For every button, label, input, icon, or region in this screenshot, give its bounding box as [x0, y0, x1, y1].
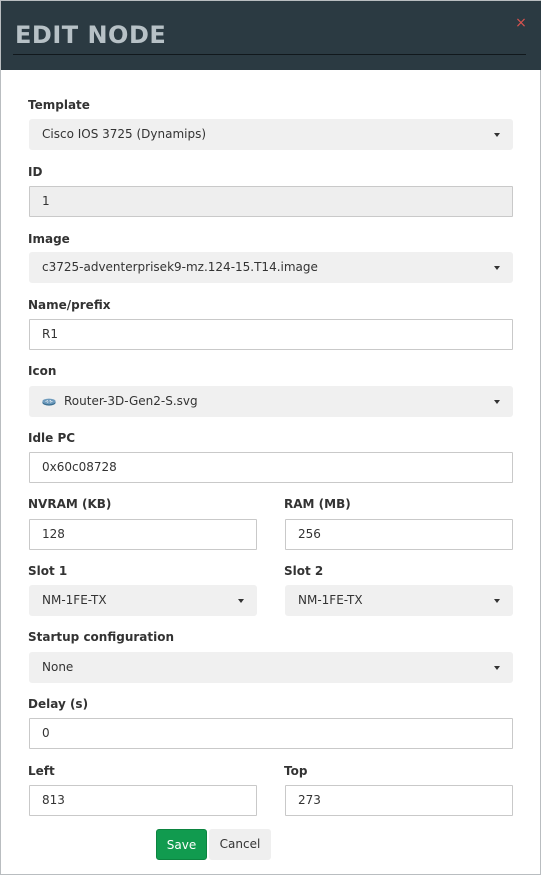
top-value: 273 [298, 793, 321, 807]
icon-value: Router-3D-Gen2-S.svg [64, 394, 198, 408]
chevron-down-icon [494, 266, 500, 270]
id-label: ID [28, 165, 43, 179]
left-label: Left [28, 764, 55, 778]
name-prefix-input[interactable]: R1 [29, 319, 513, 350]
delay-input[interactable]: 0 [29, 718, 513, 749]
nvram-input[interactable]: 128 [29, 519, 257, 550]
slot2-label: Slot 2 [284, 564, 324, 578]
top-label: Top [284, 764, 308, 778]
image-value: c3725-adventerprisek9-mz.124-15.T14.imag… [42, 260, 318, 274]
slot2-value: NM-1FE-TX [298, 593, 363, 607]
slot1-value: NM-1FE-TX [42, 593, 107, 607]
delay-label: Delay (s) [28, 697, 89, 711]
template-select[interactable]: Cisco IOS 3725 (Dynamips) [29, 119, 513, 150]
router-icon [42, 398, 56, 406]
top-input[interactable]: 273 [285, 785, 513, 816]
nvram-label: NVRAM (KB) [28, 497, 112, 511]
left-value: 813 [42, 793, 65, 807]
ram-label: RAM (MB) [284, 497, 351, 511]
left-input[interactable]: 813 [29, 785, 257, 816]
image-select[interactable]: c3725-adventerprisek9-mz.124-15.T14.imag… [29, 252, 513, 283]
startup-config-select[interactable]: None [29, 652, 513, 683]
save-button[interactable]: Save [156, 829, 207, 860]
idle-pc-input[interactable]: 0x60c08728 [29, 452, 513, 483]
template-value: Cisco IOS 3725 (Dynamips) [42, 127, 207, 141]
chevron-down-icon [494, 133, 500, 137]
startup-config-label: Startup configuration [28, 630, 175, 644]
slot2-select[interactable]: NM-1FE-TX [285, 585, 513, 616]
cancel-button[interactable]: Cancel [209, 829, 271, 860]
name-prefix-label: Name/prefix [28, 298, 111, 312]
slot1-select[interactable]: NM-1FE-TX [29, 585, 257, 616]
ram-value: 256 [298, 527, 321, 541]
title-underline [13, 54, 526, 55]
icon-label: Icon [28, 364, 57, 378]
id-value: 1 [42, 194, 50, 208]
chevron-down-icon [494, 400, 500, 404]
image-label: Image [28, 232, 70, 246]
edit-node-dialog: EDIT NODE × Template Cisco IOS 3725 (Dyn… [0, 0, 541, 875]
close-icon[interactable]: × [514, 16, 528, 30]
idle-pc-label: Idle PC [28, 431, 76, 445]
delay-value: 0 [42, 726, 50, 740]
id-field: 1 [29, 186, 513, 217]
chevron-down-icon [494, 666, 500, 670]
dialog-title: EDIT NODE [15, 21, 167, 49]
template-label: Template [28, 98, 90, 112]
icon-select[interactable]: Router-3D-Gen2-S.svg [29, 386, 513, 417]
nvram-value: 128 [42, 527, 65, 541]
idle-pc-value: 0x60c08728 [42, 460, 117, 474]
ram-input[interactable]: 256 [285, 519, 513, 550]
slot1-label: Slot 1 [28, 564, 68, 578]
startup-config-value: None [42, 660, 74, 674]
chevron-down-icon [494, 599, 500, 603]
dialog-header: EDIT NODE × [1, 1, 541, 70]
name-prefix-value: R1 [42, 327, 58, 341]
chevron-down-icon [238, 599, 244, 603]
